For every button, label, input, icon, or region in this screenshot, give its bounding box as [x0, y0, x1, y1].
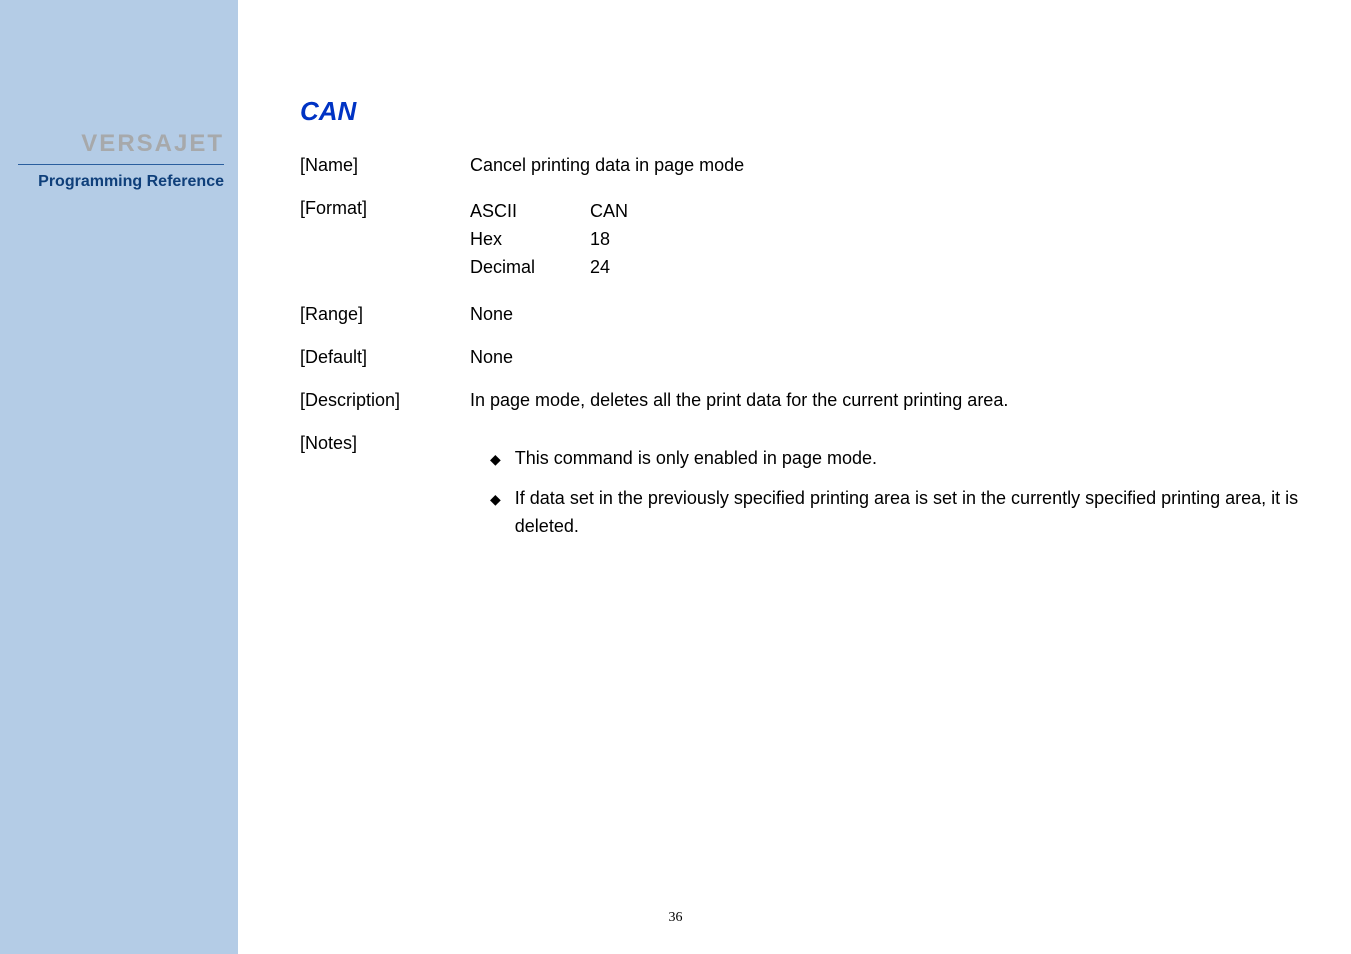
command-title: CAN: [300, 96, 1300, 127]
format-label: [Format]: [300, 198, 470, 282]
name-value: Cancel printing data in page mode: [470, 155, 1300, 176]
diamond-icon: ◆: [490, 445, 501, 473]
note-item: ◆ If data set in the previously specifie…: [490, 485, 1300, 541]
subtitle: Programming Reference: [0, 173, 224, 191]
default-label: [Default]: [300, 347, 470, 368]
format-val: 18: [590, 226, 610, 254]
default-row: [Default] None: [300, 347, 1300, 368]
format-enc: Decimal: [470, 254, 590, 282]
notes-row: [Notes] ◆ This command is only enabled i…: [300, 433, 1300, 541]
notes-container: ◆ This command is only enabled in page m…: [470, 433, 1300, 541]
description-value: In page mode, deletes all the print data…: [470, 390, 1300, 411]
format-line: Decimal 24: [470, 254, 1300, 282]
format-enc: Hex: [470, 226, 590, 254]
format-val: CAN: [590, 198, 628, 226]
format-enc: ASCII: [470, 198, 590, 226]
format-row: [Format] ASCII CAN Hex 18 Decimal 24: [300, 198, 1300, 282]
format-val: 24: [590, 254, 610, 282]
notes-list: ◆ This command is only enabled in page m…: [470, 445, 1300, 541]
note-text: This command is only enabled in page mod…: [515, 445, 1300, 473]
range-row: [Range] None: [300, 304, 1300, 325]
default-value: None: [470, 347, 1300, 368]
sidebar: VERSAJET Programming Reference: [0, 0, 238, 954]
format-line: Hex 18: [470, 226, 1300, 254]
product-title: VERSAJET: [0, 130, 224, 158]
name-label: [Name]: [300, 155, 470, 176]
sidebar-inner: VERSAJET Programming Reference: [0, 0, 238, 191]
page-number: 36: [0, 910, 1351, 926]
underline: [18, 164, 224, 165]
diamond-icon: ◆: [490, 485, 501, 513]
notes-label: [Notes]: [300, 433, 470, 541]
name-row: [Name] Cancel printing data in page mode: [300, 155, 1300, 176]
note-text: If data set in the previously specified …: [515, 485, 1300, 541]
range-value: None: [470, 304, 1300, 325]
content: CAN [Name] Cancel printing data in page …: [300, 96, 1300, 562]
description-row: [Description] In page mode, deletes all …: [300, 390, 1300, 411]
note-item: ◆ This command is only enabled in page m…: [490, 445, 1300, 473]
format-grid: ASCII CAN Hex 18 Decimal 24: [470, 198, 1300, 282]
format-line: ASCII CAN: [470, 198, 1300, 226]
range-label: [Range]: [300, 304, 470, 325]
description-label: [Description]: [300, 390, 470, 411]
